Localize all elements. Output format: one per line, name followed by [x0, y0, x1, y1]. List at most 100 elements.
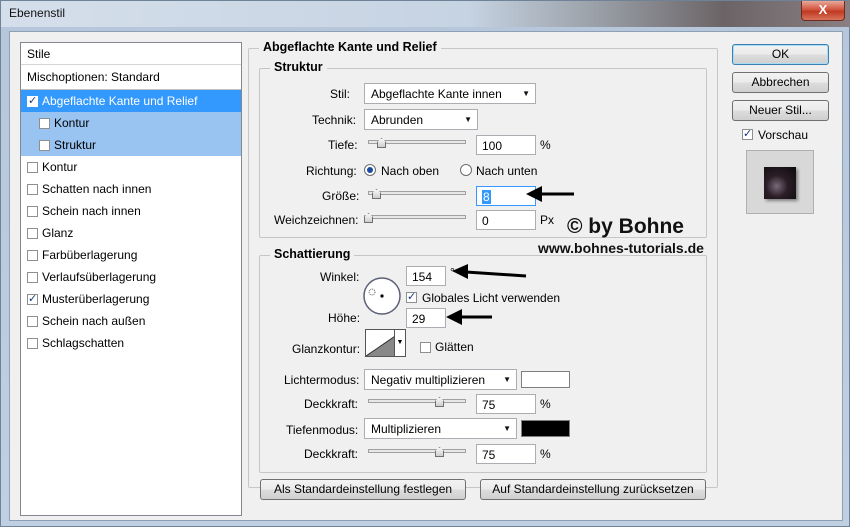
- shadow-opacity-input[interactable]: 75: [476, 444, 536, 464]
- highlight-opacity-input[interactable]: 75: [476, 394, 536, 414]
- direction-up-label[interactable]: Nach oben: [381, 164, 439, 178]
- style-item[interactable]: Kontur: [21, 112, 241, 134]
- size-label: Größe:: [322, 189, 360, 203]
- shadow-mode-select[interactable]: Multiplizieren ▼: [364, 418, 517, 439]
- preview-thumbnail: [764, 167, 796, 199]
- style-select[interactable]: Abgeflachte Kante innen ▼: [364, 83, 536, 104]
- shadow-mode-label: Tiefenmodus:: [286, 423, 359, 437]
- direction-up-radio[interactable]: [364, 164, 376, 176]
- style-item-checkbox[interactable]: [27, 249, 38, 261]
- style-item[interactable]: Farbüberlagerung: [21, 244, 241, 266]
- close-button[interactable]: X: [801, 1, 845, 21]
- highlight-opacity-label: Deckkraft:: [304, 397, 359, 411]
- style-item-checkbox[interactable]: [27, 161, 38, 173]
- highlight-opacity-unit: %: [540, 397, 551, 411]
- style-item-label: Kontur: [54, 116, 90, 130]
- style-item-checkbox[interactable]: [27, 337, 38, 349]
- style-item[interactable]: Glanz: [21, 222, 241, 244]
- soften-unit: Px: [540, 213, 555, 227]
- angle-dial[interactable]: [362, 276, 402, 316]
- highlight-color-swatch[interactable]: [521, 371, 570, 388]
- altitude-input[interactable]: 29: [406, 308, 446, 328]
- style-item[interactable]: Struktur: [21, 134, 241, 156]
- new-style-button[interactable]: Neuer Stil...: [732, 100, 829, 121]
- style-label: Stil:: [330, 87, 351, 101]
- style-item-checkbox[interactable]: [27, 271, 38, 283]
- direction-down-label[interactable]: Nach unten: [476, 164, 537, 178]
- style-item-label: Schein nach außen: [42, 314, 146, 328]
- style-item-checkbox[interactable]: [27, 205, 38, 217]
- style-item-checkbox[interactable]: [27, 227, 38, 239]
- depth-label: Tiefe:: [328, 138, 358, 152]
- style-item-checkbox[interactable]: [27, 315, 38, 327]
- preview-label[interactable]: Vorschau: [758, 128, 808, 142]
- style-item-label: Abgeflachte Kante und Relief: [42, 94, 198, 108]
- preview-checkbox[interactable]: [742, 127, 753, 140]
- global-light-label[interactable]: Globales Licht verwenden: [422, 291, 560, 305]
- style-item[interactable]: Schatten nach innen: [21, 178, 241, 200]
- gloss-contour-label: Glanzkontur:: [292, 342, 361, 356]
- annotation-arrow-angle: [452, 264, 527, 279]
- chevron-down-icon: ▼: [464, 115, 472, 124]
- cancel-button[interactable]: Abbrechen: [732, 72, 829, 93]
- watermark-url: www.bohnes-tutorials.de: [538, 240, 704, 256]
- depth-slider[interactable]: [368, 136, 466, 148]
- direction-down-radio[interactable]: [460, 164, 472, 176]
- style-item-label: Verlaufsüberlagerung: [42, 270, 157, 284]
- style-item-checkbox[interactable]: [39, 117, 50, 129]
- depth-input[interactable]: 100: [476, 135, 536, 155]
- depth-unit: %: [540, 138, 551, 152]
- technique-select[interactable]: Abrunden ▼: [364, 109, 478, 130]
- soften-input[interactable]: 0: [476, 210, 536, 230]
- global-light-checkbox[interactable]: [406, 290, 417, 303]
- size-slider[interactable]: [368, 187, 466, 199]
- shadow-opacity-label: Deckkraft:: [304, 447, 359, 461]
- antialias-label[interactable]: Glätten: [435, 340, 474, 354]
- style-item[interactable]: Schein nach innen: [21, 200, 241, 222]
- style-item[interactable]: Musterüberlagerung: [21, 288, 241, 310]
- style-item[interactable]: Abgeflachte Kante und Relief: [21, 90, 241, 112]
- styles-list: Stile Mischoptionen: Standard Abgeflacht…: [20, 42, 242, 516]
- style-item-label: Schlagschatten: [42, 336, 125, 350]
- style-item[interactable]: Verlaufsüberlagerung: [21, 266, 241, 288]
- highlight-opacity-slider[interactable]: [368, 395, 466, 407]
- shadow-opacity-unit: %: [540, 447, 551, 461]
- shadow-mode-value: Multiplizieren: [371, 422, 442, 436]
- style-item-label: Musterüberlagerung: [42, 292, 150, 306]
- technique-select-value: Abrunden: [371, 113, 424, 127]
- soften-label: Weichzeichnen:: [274, 213, 359, 227]
- blend-options-item[interactable]: Mischoptionen: Standard: [21, 65, 241, 90]
- annotation-arrow-altitude: [446, 309, 492, 325]
- reset-default-button[interactable]: Auf Standardeinstellung zurücksetzen: [480, 479, 706, 500]
- style-select-value: Abgeflachte Kante innen: [371, 87, 502, 101]
- annotation-arrow-size: [526, 186, 574, 202]
- highlight-mode-value: Negativ multiplizieren: [371, 373, 486, 387]
- style-item-label: Kontur: [42, 160, 78, 174]
- style-item-checkbox[interactable]: [27, 292, 38, 305]
- make-default-button[interactable]: Als Standardeinstellung festlegen: [260, 479, 466, 500]
- angle-label: Winkel:: [320, 270, 360, 284]
- style-item-checkbox[interactable]: [27, 94, 38, 107]
- structure-group-title: Struktur: [270, 60, 327, 74]
- contour-dropdown-arrow[interactable]: ▼: [394, 329, 406, 357]
- style-item[interactable]: Kontur: [21, 156, 241, 178]
- chevron-down-icon: ▼: [522, 89, 530, 98]
- style-item[interactable]: Schlagschatten: [21, 332, 241, 354]
- soften-slider[interactable]: [364, 211, 466, 223]
- style-item-checkbox[interactable]: [27, 183, 38, 195]
- angle-input[interactable]: 154: [406, 266, 446, 286]
- shadow-opacity-slider[interactable]: [368, 445, 466, 457]
- shading-group: Schattierung: [259, 247, 707, 473]
- layer-style-dialog: Ebenenstil X Stile Mischoptionen: Standa…: [0, 0, 850, 527]
- title-bar[interactable]: Ebenenstil X: [1, 1, 850, 27]
- antialias-checkbox[interactable]: [420, 342, 431, 353]
- styles-header[interactable]: Stile: [21, 43, 241, 65]
- watermark-copyright: © by Bohne: [567, 215, 684, 238]
- style-item-checkbox[interactable]: [39, 139, 50, 151]
- shadow-color-swatch[interactable]: [521, 420, 570, 437]
- highlight-mode-select[interactable]: Negativ multiplizieren ▼: [364, 369, 517, 390]
- technique-label: Technik:: [312, 113, 357, 127]
- dialog-body: Stile Mischoptionen: Standard Abgeflacht…: [9, 31, 843, 521]
- ok-button[interactable]: OK: [732, 44, 829, 65]
- style-item[interactable]: Schein nach außen: [21, 310, 241, 332]
